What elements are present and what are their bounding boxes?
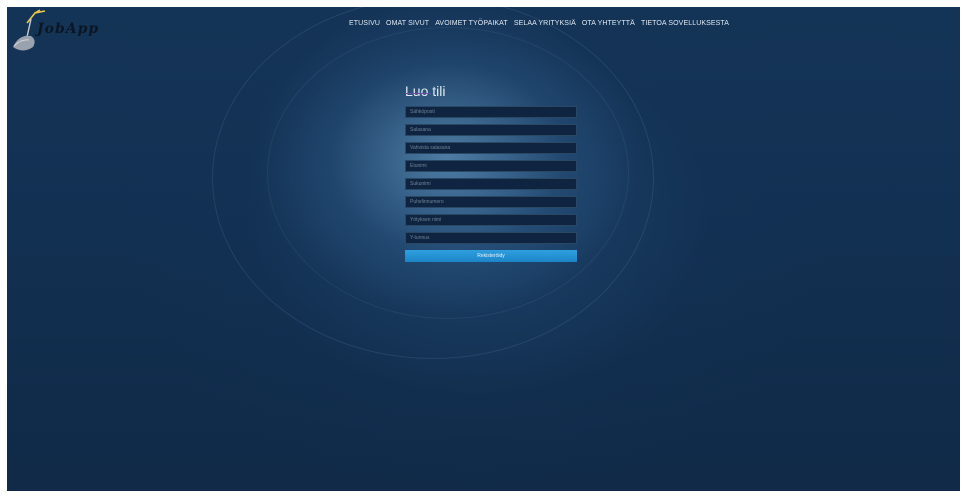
nav-item-omat-sivut[interactable]: OMAT SIVUT <box>386 20 429 27</box>
company-name-field[interactable] <box>405 214 577 226</box>
page-background: JobApp ETUSIVU OMAT SIVUT AVOIMET TYÖPAI… <box>7 7 960 491</box>
nav-item-etusivu[interactable]: ETUSIVU <box>349 20 380 27</box>
last-name-field[interactable] <box>405 178 577 190</box>
register-button[interactable]: Rekisteröidy <box>405 250 577 262</box>
register-form: Rekisteröidy <box>405 106 577 262</box>
nav-item-avoimet-tyopaikat[interactable]: AVOIMET TYÖPAIKAT <box>435 20 508 27</box>
logo-wordmark: JobApp <box>37 21 100 37</box>
title-underline <box>405 93 431 94</box>
confirm-password-field[interactable] <box>405 142 577 154</box>
app-logo[interactable]: JobApp <box>9 9 159 55</box>
nav-item-selaa-yrityksia[interactable]: SELAA YRITYKSIÄ <box>514 20 576 27</box>
first-name-field[interactable] <box>405 160 577 172</box>
nav-item-ota-yhteytta[interactable]: OTA YHTEYTTÄ <box>582 20 635 27</box>
main-nav: ETUSIVU OMAT SIVUT AVOIMET TYÖPAIKAT SEL… <box>349 20 729 27</box>
phone-field[interactable] <box>405 196 577 208</box>
email-field[interactable] <box>405 106 577 118</box>
nav-item-tietoa-sovelluksesta[interactable]: TIETOA SOVELLUKSESTA <box>641 20 729 27</box>
business-id-field[interactable] <box>405 232 577 244</box>
password-field[interactable] <box>405 124 577 136</box>
page-title: Luo tili <box>405 83 446 100</box>
